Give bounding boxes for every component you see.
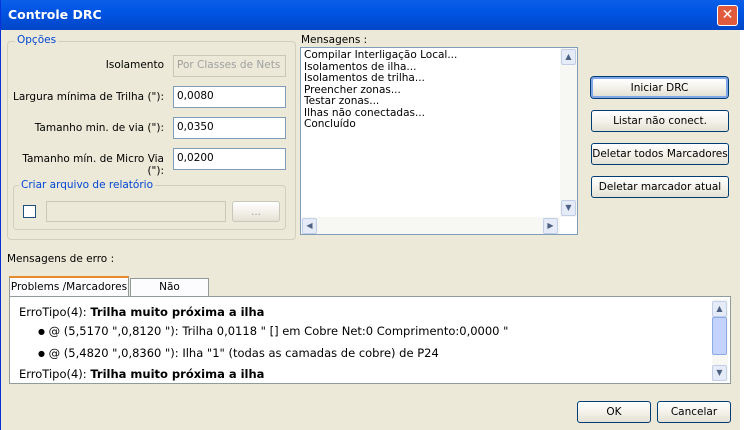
scroll-right-icon[interactable]: ▶ xyxy=(543,218,558,234)
cancel-button[interactable]: Cancelar xyxy=(657,401,731,423)
report-checkbox[interactable] xyxy=(23,205,36,218)
drc-dialog: Controle DRC ✕ Opções Isolamento Por Cla… xyxy=(0,0,744,430)
messages-label: Mensagens : xyxy=(301,34,368,46)
delete-all-markers-button[interactable]: Deletar todos Marcadores xyxy=(591,143,729,165)
list-unconnected-button[interactable]: Listar não conect. xyxy=(591,110,729,132)
scroll-down-icon[interactable]: ▼ xyxy=(712,365,727,381)
scroll-thumb[interactable] xyxy=(712,317,727,355)
error-messages-label: Mensagens de erro : xyxy=(7,253,115,265)
message-line: Isolamentos de trilha... xyxy=(304,72,425,84)
scroll-down-icon[interactable]: ▼ xyxy=(561,200,576,216)
background-strip xyxy=(740,30,745,430)
errors-list[interactable]: ErroTipo(4): Trilha muito próxima a ilha… xyxy=(10,297,730,383)
bullet-icon: ● xyxy=(38,327,45,336)
scroll-up-icon[interactable]: ▲ xyxy=(561,49,576,65)
isolation-field: Por Classes de Nets xyxy=(173,55,286,77)
close-icon[interactable]: ✕ xyxy=(717,5,738,26)
tab-unconnected[interactable]: Não conectado xyxy=(130,278,209,310)
track-width-input[interactable]: 0,0080 xyxy=(173,86,286,108)
messages-hscroll[interactable]: ◀ ▶ xyxy=(301,217,560,234)
message-line: Concluído xyxy=(304,118,356,130)
isolation-label: Isolamento xyxy=(105,59,164,71)
browse-button: ... xyxy=(232,201,280,222)
scroll-left-icon[interactable]: ◀ xyxy=(302,218,317,234)
track-width-label: Largura mínima de Trilha ("): xyxy=(12,91,164,103)
scroll-up-icon[interactable]: ▲ xyxy=(712,301,727,317)
via-size-label: Tamanho min. de via ("): xyxy=(34,122,164,134)
tab-problems-markers[interactable]: Problems /Marcadores xyxy=(9,276,129,297)
errors-panel: ErroTipo(4): Trilha muito próxima a ilha… xyxy=(9,296,731,384)
via-size-input[interactable]: 0,0350 xyxy=(173,117,286,139)
microvia-size-label: Tamanho mín. de Micro Via ("): xyxy=(22,153,164,177)
messages-lines: Compilar Interligação Local... Isolamento… xyxy=(304,49,458,131)
error-detail-line: ● @ (5,4820 ",0,8360 "): Ilha "1" (todas… xyxy=(38,346,439,360)
window-title: Controle DRC xyxy=(8,7,102,22)
message-line: Testar zonas... xyxy=(304,95,380,107)
ok-button[interactable]: OK xyxy=(577,401,651,423)
message-line: Compilar Interligação Local... xyxy=(304,49,458,61)
title-bar: Controle DRC ✕ xyxy=(1,0,744,30)
messages-vscroll[interactable]: ▲ ▼ xyxy=(560,48,577,217)
error-line: ErroTipo(4): Trilha muito próxima a ilha xyxy=(19,367,265,381)
errors-vscroll[interactable]: ▲ ▼ xyxy=(712,299,728,381)
delete-current-marker-button[interactable]: Deletar marcador atual xyxy=(591,176,729,198)
bullet-icon: ● xyxy=(38,349,45,358)
report-file-field xyxy=(46,201,226,222)
error-detail-line: ● @ (5,5170 ",0,8120 "): Trilha 0,0118 "… xyxy=(38,324,509,338)
error-line: ErroTipo(4): Trilha muito próxima a ilha xyxy=(19,305,265,319)
report-group-label: Criar arquivo de relatório xyxy=(19,179,155,191)
microvia-size-input[interactable]: 0,0200 xyxy=(173,148,286,170)
options-group-label: Opções xyxy=(15,34,59,46)
start-drc-button[interactable]: Iniciar DRC xyxy=(591,77,728,98)
messages-list[interactable]: Compilar Interligação Local... Isolamento… xyxy=(300,47,578,235)
